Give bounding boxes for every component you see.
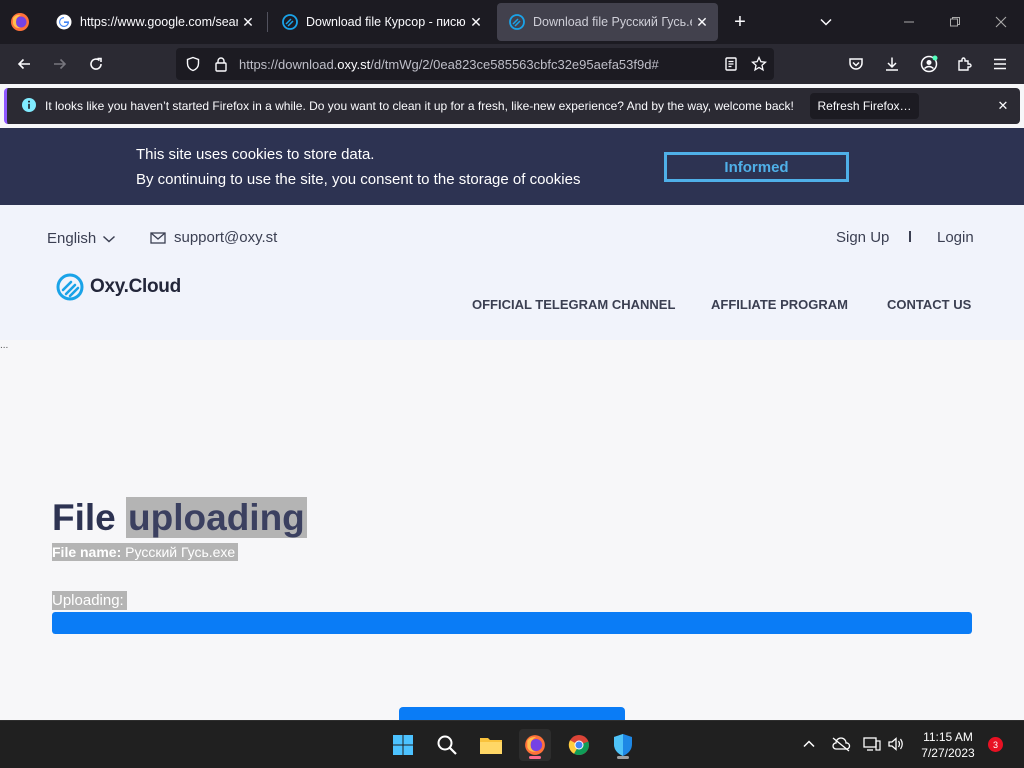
active-app-indicator bbox=[529, 756, 541, 759]
browser-tab-bar: https://www.google.com/search ✕ Download… bbox=[0, 0, 1024, 44]
browser-nav-bar: https://download.oxy.st/d/tmWg/2/0ea823c… bbox=[0, 44, 1024, 84]
cookie-banner: This site uses cookies to store data. By… bbox=[0, 128, 1024, 205]
clock-date: 7/27/2023 bbox=[921, 746, 975, 760]
language-label: English bbox=[47, 230, 97, 247]
restore-window-icon[interactable] bbox=[943, 10, 967, 34]
url-bar[interactable]: https://download.oxy.st/d/tmWg/2/0ea823c… bbox=[176, 48, 774, 80]
windows-security-icon[interactable] bbox=[607, 729, 639, 761]
url-text[interactable]: https://download.oxy.st/d/tmWg/2/0ea823c… bbox=[239, 57, 709, 72]
uploading-label: Uploading: bbox=[52, 591, 127, 610]
reader-view-icon[interactable] bbox=[723, 56, 739, 72]
tab-title: Download file Русский Гусь.exe bbox=[533, 15, 692, 29]
ellipsis-text: ... bbox=[0, 340, 9, 351]
oxycloud-icon bbox=[282, 14, 298, 30]
close-window-icon[interactable] bbox=[989, 10, 1013, 34]
hamburger-menu-icon[interactable] bbox=[988, 52, 1012, 76]
file-name-row: File name: Русский Гусь.exe bbox=[52, 543, 239, 561]
clock-time: 11:15 AM bbox=[923, 730, 973, 744]
account-icon[interactable] bbox=[917, 52, 941, 76]
pocket-icon[interactable] bbox=[844, 52, 868, 76]
firefox-icon[interactable] bbox=[10, 12, 30, 32]
oxycloud-icon bbox=[509, 14, 525, 30]
cookie-text-line2: By continuing to use the site, you conse… bbox=[136, 171, 581, 188]
sign-up-link[interactable]: Sign Up bbox=[836, 229, 889, 246]
site-header: English support@oxy.st Sign Up Login Oxy… bbox=[0, 205, 1024, 340]
bookmark-star-icon[interactable] bbox=[751, 56, 767, 72]
reload-icon[interactable] bbox=[84, 52, 108, 76]
close-tab-icon[interactable]: ✕ bbox=[466, 12, 486, 32]
nav-contact-us[interactable]: CONTACT US bbox=[887, 297, 971, 312]
search-icon[interactable] bbox=[431, 729, 463, 761]
login-link[interactable]: Login bbox=[937, 229, 974, 246]
tab-title: Download file Курсор - писюн bbox=[306, 15, 466, 29]
brand-name: Oxy.Cloud bbox=[90, 276, 181, 297]
mail-icon bbox=[150, 231, 166, 244]
back-arrow-icon[interactable] bbox=[12, 52, 36, 76]
cookie-informed-button[interactable]: Informed bbox=[664, 152, 849, 182]
file-name-label: File name: bbox=[52, 544, 122, 560]
new-tab-button[interactable]: + bbox=[728, 10, 752, 34]
download-button[interactable] bbox=[399, 707, 625, 720]
tab-google-search[interactable]: https://www.google.com/search ✕ bbox=[44, 3, 264, 41]
support-email-link[interactable]: support@oxy.st bbox=[150, 229, 277, 246]
start-windows-icon[interactable] bbox=[387, 729, 419, 761]
tab-title: https://www.google.com/search bbox=[80, 15, 238, 29]
google-icon bbox=[56, 14, 72, 30]
network-icon[interactable] bbox=[862, 734, 882, 754]
chrome-icon[interactable] bbox=[563, 729, 595, 761]
close-tab-icon[interactable]: ✕ bbox=[238, 12, 258, 32]
tab-download-goose[interactable]: Download file Русский Гусь.exe ✕ bbox=[497, 3, 718, 41]
support-email: support@oxy.st bbox=[174, 229, 278, 246]
cookie-text-line1: This site uses cookies to store data. bbox=[136, 146, 375, 163]
firefox-taskbar-icon[interactable] bbox=[519, 729, 551, 761]
web-page: This site uses cookies to store data. By… bbox=[0, 128, 1024, 720]
file-explorer-icon[interactable] bbox=[475, 729, 507, 761]
refresh-firefox-button[interactable]: Refresh Firefox… bbox=[810, 93, 919, 119]
firefox-refresh-notification: It looks like you haven’t started Firefo… bbox=[4, 88, 1020, 124]
file-name-value: Русский Гусь.exe bbox=[125, 544, 236, 560]
system-clock[interactable]: 11:15 AM 7/27/2023 bbox=[918, 729, 978, 761]
title-word-highlighted: uploading bbox=[126, 497, 307, 538]
tab-download-cursor[interactable]: Download file Курсор - писюн ✕ bbox=[270, 3, 492, 41]
show-hidden-icons-chevron-icon[interactable] bbox=[799, 734, 819, 754]
volume-icon[interactable] bbox=[886, 734, 906, 754]
downloads-icon[interactable] bbox=[880, 52, 904, 76]
windows-taskbar: 11:15 AM 7/27/2023 3 bbox=[0, 720, 1024, 768]
forward-arrow-icon[interactable] bbox=[48, 52, 72, 76]
onedrive-offline-icon[interactable] bbox=[831, 734, 851, 754]
nav-telegram-channel[interactable]: OFFICIAL TELEGRAM CHANNEL bbox=[472, 297, 675, 312]
notification-text: It looks like you haven’t started Firefo… bbox=[45, 99, 794, 113]
tab-separator bbox=[267, 12, 268, 32]
chevron-down-icon bbox=[103, 235, 116, 243]
upload-progress-bar bbox=[52, 612, 972, 634]
minimize-window-icon[interactable] bbox=[897, 10, 921, 34]
running-app-indicator bbox=[617, 756, 629, 759]
extensions-icon[interactable] bbox=[952, 52, 976, 76]
auth-divider bbox=[909, 231, 911, 242]
title-word: File bbox=[52, 497, 116, 538]
info-icon bbox=[22, 98, 36, 112]
page-title: File uploading bbox=[52, 497, 307, 539]
lock-icon[interactable] bbox=[213, 56, 229, 72]
language-selector[interactable]: English bbox=[47, 230, 116, 247]
tracking-shield-icon[interactable] bbox=[185, 56, 201, 72]
oxycloud-logo-icon bbox=[56, 273, 84, 301]
close-tab-icon[interactable]: ✕ bbox=[692, 12, 712, 32]
nav-affiliate-program[interactable]: AFFILIATE PROGRAM bbox=[711, 297, 848, 312]
close-notification-icon[interactable]: ✕ bbox=[993, 96, 1013, 116]
notification-count-badge[interactable]: 3 bbox=[988, 737, 1003, 752]
list-tabs-chevron-icon[interactable] bbox=[814, 10, 838, 34]
upload-progress-fill bbox=[52, 612, 972, 634]
site-logo[interactable]: Oxy.Cloud bbox=[56, 273, 181, 301]
